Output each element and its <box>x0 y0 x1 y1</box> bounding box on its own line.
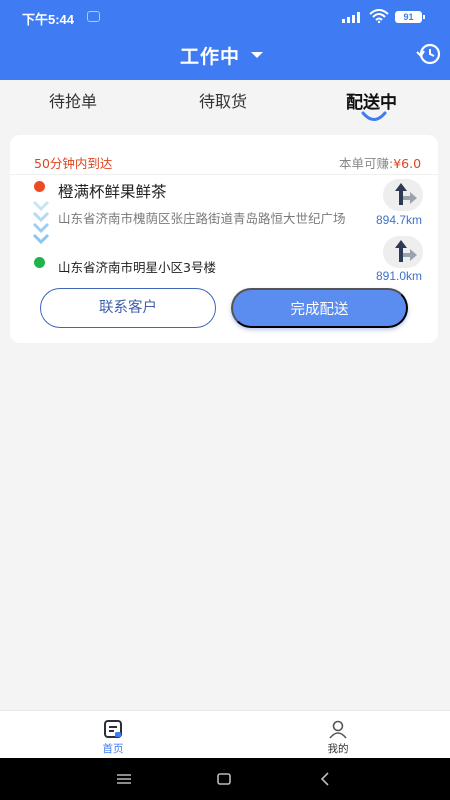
earnings-value: ¥6.0 <box>393 156 422 171</box>
active-tab-indicator <box>361 111 387 121</box>
shop-address: 山东省济南市槐荫区张庄路街道青岛路恒大世纪广场 <box>58 211 346 226</box>
status-bar: 下午5:44 91 <box>0 0 450 34</box>
signal-icon <box>342 12 360 23</box>
user-icon <box>329 720 347 739</box>
route-chevrons-icon <box>32 200 50 245</box>
navigate-to-shop-button[interactable] <box>383 179 423 211</box>
tabbar-label-me: 我的 <box>327 743 349 755</box>
tab-pending-pickup[interactable]: 待取货 <box>199 88 247 112</box>
shop-distance: 894.7km <box>376 213 423 227</box>
tabbar-item-home[interactable]: 首页 <box>73 715 153 759</box>
customer-address: 山东省济南市明星小区3号楼 <box>58 260 216 275</box>
back-icon[interactable] <box>317 770 335 788</box>
contact-customer-button[interactable]: 联系客户 <box>40 288 216 328</box>
navigate-to-customer-button[interactable] <box>383 236 423 268</box>
navigation-arrow-icon <box>395 183 417 205</box>
tabbar-item-me[interactable]: 我的 <box>298 715 378 759</box>
shop-name: 橙满杯鲜果鲜茶 <box>58 183 167 201</box>
menu-icon[interactable] <box>115 770 133 788</box>
tab-pending-grab[interactable]: 待抢单 <box>49 88 97 112</box>
battery-icon: 91 <box>395 11 425 23</box>
history-icon[interactable] <box>414 40 444 68</box>
system-navigation-bar <box>0 758 450 800</box>
earnings-label: 本单可赚:¥6.0 <box>339 156 422 171</box>
app-header: 下午5:44 91 工作中 <box>0 0 450 80</box>
bottom-tabbar: 首页 我的 <box>0 710 450 758</box>
delivery-deadline: 50分钟内到达 <box>34 156 113 171</box>
complete-delivery-button[interactable]: 完成配送 <box>231 288 408 328</box>
home-icon <box>104 720 122 738</box>
status-time: 下午5:44 <box>22 12 75 27</box>
order-tabs: 待抢单 待取货 配送中 <box>0 80 450 122</box>
dropoff-dot <box>34 257 45 268</box>
order-card: 50分钟内到达 本单可赚:¥6.0 橙满杯鲜果鲜茶 山东省济南市槐荫区张庄路街道… <box>10 135 438 343</box>
tabbar-label-home: 首页 <box>102 743 124 755</box>
caret-down-icon[interactable] <box>251 52 263 58</box>
customer-distance: 891.0km <box>376 269 423 283</box>
notification-icon <box>87 11 100 22</box>
home-square-icon[interactable] <box>215 770 233 788</box>
order-card-header: 50分钟内到达 本单可赚:¥6.0 <box>10 135 438 175</box>
navigation-arrow-icon <box>395 240 417 262</box>
wifi-icon <box>369 9 389 23</box>
work-status-title[interactable]: 工作中 <box>180 42 240 69</box>
pickup-dot <box>34 181 45 192</box>
